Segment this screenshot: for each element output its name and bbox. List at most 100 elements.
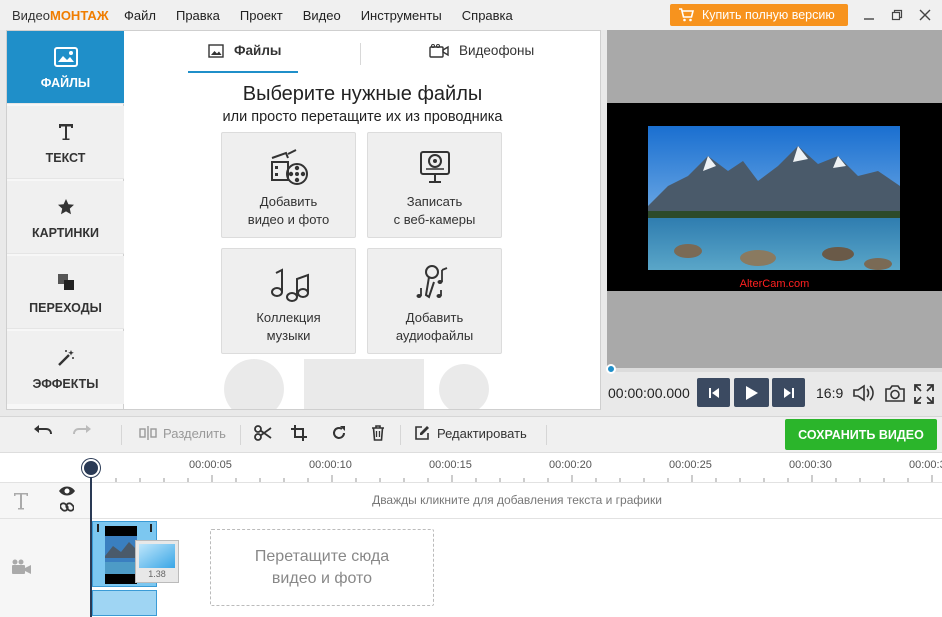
minimize-icon[interactable] <box>860 6 878 24</box>
record-webcam-card[interactable]: Записать с веб-камеры <box>367 132 502 238</box>
add-video-photo-card[interactable]: Добавить видео и фото <box>221 132 356 238</box>
transition-placeholder[interactable]: 1.38 <box>135 540 179 583</box>
webcam-icon <box>418 147 452 187</box>
toolbar-divider <box>546 425 547 445</box>
menu-project[interactable]: Проект <box>240 8 283 23</box>
seek-bar[interactable] <box>607 368 942 372</box>
play-button[interactable] <box>734 378 769 407</box>
ruler-tick-label: 00:00:30 <box>789 459 832 471</box>
close-icon[interactable] <box>916 6 934 24</box>
volume-icon[interactable] <box>853 384 875 402</box>
music-notes-icon <box>269 263 309 303</box>
clip-handle-right[interactable] <box>150 524 152 532</box>
sidebar-item-label: ФАЙЛЫ <box>40 76 91 90</box>
buy-full-version-button[interactable]: Купить полную версию <box>670 4 848 26</box>
crop-icon <box>291 425 307 441</box>
split-button[interactable]: Разделить <box>139 425 226 441</box>
files-panel: Файлы Видеофоны Выберите нужные файлы ил… <box>124 30 601 410</box>
active-tab-underline <box>188 71 298 73</box>
audio-lane-clip[interactable] <box>92 590 157 616</box>
tab-files[interactable]: Файлы <box>208 43 281 58</box>
timeline-ruler[interactable]: 00:00:05 00:00:10 00:00:15 00:00:20 00:0… <box>0 452 942 483</box>
sidebar-item-effects[interactable]: ЭФФЕКТЫ <box>7 331 124 404</box>
clip-duration: 1.38 <box>148 569 166 579</box>
split-icon <box>139 426 157 440</box>
video-preview: AlterCam.com <box>607 30 942 368</box>
rotate-button[interactable] <box>331 425 347 441</box>
menu-tools[interactable]: Инструменты <box>361 8 442 23</box>
music-collection-card[interactable]: Коллекция музыки <box>221 248 356 354</box>
card-label-line1: Добавить <box>259 194 318 209</box>
card-label-line2: музыки <box>266 328 311 343</box>
timecode-display: 00:00:00.000 <box>608 385 690 401</box>
edit-button[interactable]: Редактировать <box>414 425 527 441</box>
cut-button[interactable] <box>254 425 272 441</box>
skip-back-icon <box>708 387 719 398</box>
preview-image <box>648 126 900 270</box>
ruler-tick-label: 00:00:15 <box>429 459 472 471</box>
ruler-tick-label: 00:00:3 <box>909 459 942 471</box>
menu-file[interactable]: Файл <box>124 8 156 23</box>
save-video-button[interactable]: СОХРАНИТЬ ВИДЕО <box>785 419 937 450</box>
clip-handle-left[interactable] <box>97 524 99 532</box>
drop-zone[interactable]: Перетащите сюда видео и фото <box>210 529 434 606</box>
magic-wand-icon <box>56 345 76 371</box>
drop-zone-line1: Перетащите сюда <box>254 547 390 565</box>
sidebar: ФАЙЛЫ ТЕКСТ КАРТИНКИ ПЕРЕХОДЫ ЭФФЕКТЫ <box>6 30 124 410</box>
next-frame-button[interactable] <box>772 378 805 407</box>
previous-frame-button[interactable] <box>697 378 730 407</box>
text-track[interactable]: Дважды кликните для добавления текста и … <box>0 482 942 518</box>
undo-button[interactable] <box>33 425 53 439</box>
menu-bar: Файл Правка Проект Видео Инструменты Спр… <box>124 8 533 23</box>
card-label-line2: видео и фото <box>247 212 330 227</box>
scissors-icon <box>254 425 272 441</box>
snapshot-camera-icon[interactable] <box>884 384 906 402</box>
split-label: Разделить <box>163 425 226 441</box>
maximize-icon[interactable] <box>888 6 906 24</box>
tab-label: Видеофоны <box>459 43 535 58</box>
sidebar-item-text[interactable]: ТЕКСТ <box>7 106 124 179</box>
play-icon <box>745 385 758 400</box>
seek-handle[interactable] <box>606 364 616 374</box>
video-track[interactable]: 1.38 <box>0 518 942 617</box>
sidebar-item-files[interactable]: ФАЙЛЫ <box>7 31 124 104</box>
redo-icon <box>73 425 91 435</box>
cart-icon <box>679 8 694 22</box>
aspect-ratio-selector[interactable]: 16:9 <box>816 385 843 401</box>
video-camera-icon <box>12 559 31 574</box>
image-icon <box>208 43 224 58</box>
tab-divider <box>360 43 361 65</box>
eye-icon[interactable] <box>58 485 76 497</box>
delete-button[interactable] <box>371 425 385 441</box>
sidebar-item-images[interactable]: КАРТИНКИ <box>7 181 124 254</box>
text-track-hint: Дважды кликните для добавления текста и … <box>372 493 662 507</box>
playhead-line[interactable] <box>90 460 92 617</box>
edit-label: Редактировать <box>437 425 527 441</box>
crop-button[interactable] <box>291 425 307 441</box>
sidebar-item-transitions[interactable]: ПЕРЕХОДЫ <box>7 256 124 329</box>
ruler-tick-label: 00:00:05 <box>189 459 232 471</box>
video-track-header <box>0 519 91 617</box>
edit-toolbar: Разделить Редактировать СОХРАНИТЬ ВИДЕО <box>0 416 942 452</box>
microphone-icon <box>415 263 455 303</box>
text-icon <box>14 493 28 510</box>
text-icon <box>58 119 74 145</box>
menu-video[interactable]: Видео <box>303 8 341 23</box>
card-label-line2: аудиофайлы <box>395 328 474 343</box>
menu-help[interactable]: Справка <box>462 8 513 23</box>
fullscreen-icon[interactable] <box>914 384 934 404</box>
add-audio-card[interactable]: Добавить аудиофайлы <box>367 248 502 354</box>
menu-edit[interactable]: Правка <box>176 8 220 23</box>
redo-button[interactable] <box>72 425 92 439</box>
watermark-decoration <box>224 359 489 409</box>
preview-frame: AlterCam.com <box>607 103 942 291</box>
tab-video-backgrounds[interactable]: Видеофоны <box>429 43 534 58</box>
panel-heading: Выберите нужные файлы <box>242 83 483 105</box>
link-icon[interactable] <box>60 500 74 514</box>
sidebar-item-label: КАРТИНКИ <box>31 226 100 240</box>
playhead-handle[interactable] <box>82 459 100 477</box>
card-label-line1: Добавить <box>405 310 464 325</box>
card-label-line1: Коллекция <box>256 310 321 325</box>
panel-subheading: или просто перетащите их из проводника <box>222 109 503 125</box>
toolbar-divider <box>121 425 122 445</box>
